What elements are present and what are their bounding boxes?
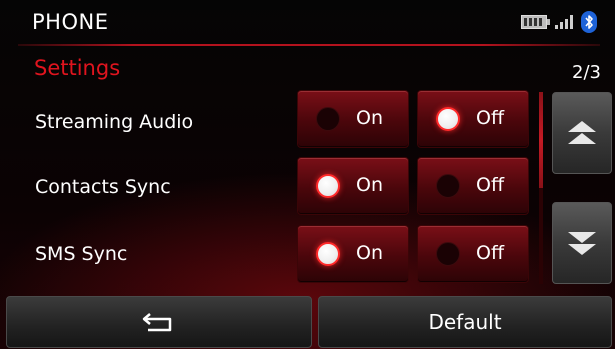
status-bar (521, 11, 597, 33)
off-label: Off (476, 174, 505, 196)
scroll-up-icon (568, 121, 596, 144)
signal-strength-icon (555, 15, 573, 29)
radio-indicator-icon (316, 242, 340, 266)
radio-indicator-icon (316, 174, 340, 198)
setting-label-contacts-sync: Contacts Sync (35, 176, 171, 198)
on-label: On (356, 242, 383, 264)
contacts-sync-off-button[interactable]: Off (417, 157, 529, 215)
default-button[interactable]: Default (318, 296, 612, 348)
section-title: Settings (34, 56, 121, 80)
scroll-down-button[interactable] (552, 202, 612, 284)
scrollbar-thumb[interactable] (539, 92, 543, 188)
radio-indicator-icon (316, 107, 340, 131)
off-label: Off (476, 107, 505, 129)
radio-indicator-icon (436, 107, 460, 131)
back-arrow-icon (142, 313, 172, 332)
setting-label-streaming-audio: Streaming Audio (35, 111, 194, 133)
phone-settings-screen: PHONE Settings 2/3 Streaming Audio On Of… (0, 0, 615, 349)
contacts-sync-on-button[interactable]: On (297, 157, 409, 215)
radio-indicator-icon (436, 174, 460, 198)
streaming-audio-on-button[interactable]: On (297, 90, 409, 148)
off-label: Off (476, 242, 505, 264)
scroll-down-icon (568, 232, 596, 255)
radio-indicator-icon (436, 242, 460, 266)
scroll-up-button[interactable] (552, 92, 612, 174)
bluetooth-icon (581, 11, 597, 33)
setting-label-sms-sync: SMS Sync (35, 243, 128, 265)
on-label: On (356, 174, 383, 196)
on-label: On (356, 107, 383, 129)
back-button[interactable] (6, 296, 312, 348)
battery-icon (521, 15, 550, 29)
sms-sync-off-button[interactable]: Off (417, 225, 529, 283)
default-button-label: Default (428, 310, 502, 334)
sms-sync-on-button[interactable]: On (297, 225, 409, 283)
streaming-audio-off-button[interactable]: Off (417, 90, 529, 148)
page-indicator: 2/3 (572, 62, 601, 83)
page-title: PHONE (32, 10, 109, 34)
header-divider (18, 44, 600, 46)
